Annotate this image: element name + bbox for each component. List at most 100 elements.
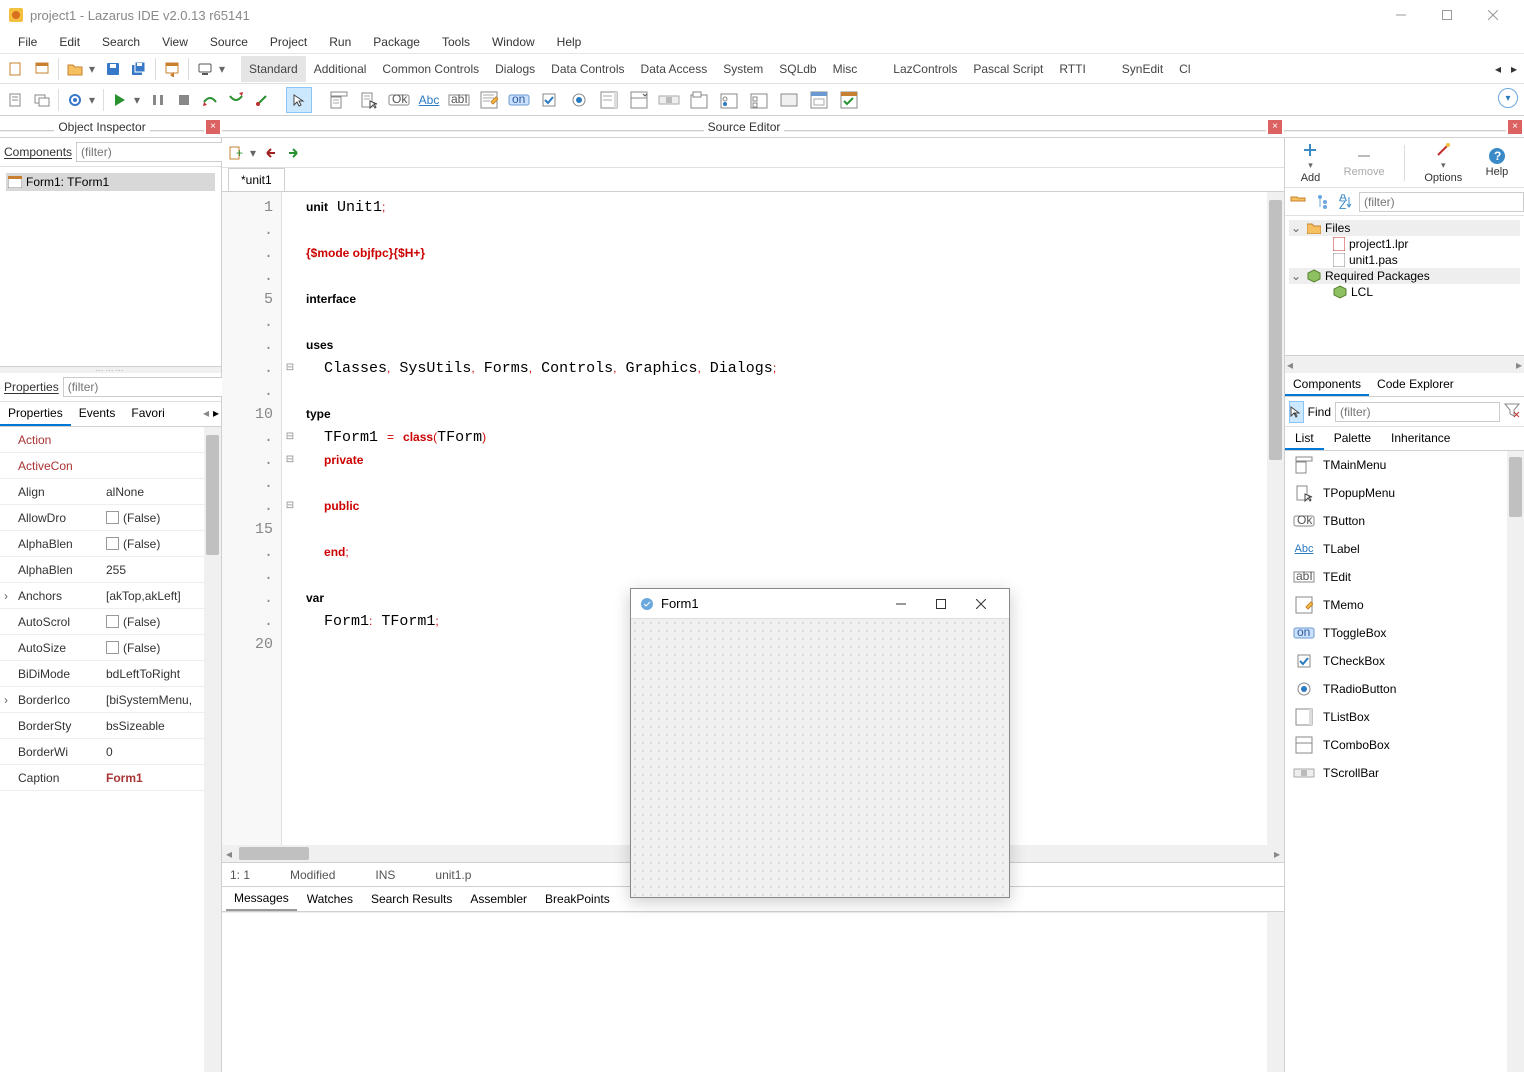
right-tab-code-explorer[interactable]: Code Explorer bbox=[1369, 373, 1462, 396]
form-close-button[interactable] bbox=[961, 590, 1001, 618]
save-button[interactable] bbox=[101, 57, 125, 81]
project-hscrollbar[interactable]: ◂▸ bbox=[1285, 356, 1524, 373]
msg-tab-breakpoints[interactable]: BreakPoints bbox=[537, 888, 618, 910]
palette-tab-data-access[interactable]: Data Access bbox=[633, 56, 716, 82]
chevron-down-icon[interactable]: ⌄ bbox=[1289, 221, 1303, 235]
editor-nav-forward-icon[interactable] bbox=[284, 143, 304, 163]
palette-tab-pascal-script[interactable]: Pascal Script bbox=[965, 56, 1051, 82]
property-row[interactable]: ›BorderIco[biSystemMenu, bbox=[0, 687, 221, 713]
component-find-clear-icon[interactable] bbox=[1504, 402, 1520, 422]
object-inspector-header[interactable]: Object Inspector bbox=[54, 118, 149, 136]
palette-tab-sqldb[interactable]: SQLdb bbox=[771, 56, 824, 82]
project-help-button[interactable]: ? Help bbox=[1482, 145, 1513, 180]
oi-tabs-left[interactable]: ◂ bbox=[201, 402, 211, 426]
component-find-input[interactable] bbox=[1335, 402, 1500, 422]
component-list-item[interactable]: TComboBox bbox=[1285, 731, 1524, 759]
editor-add-page-icon[interactable]: + bbox=[226, 143, 246, 163]
components-filter-input[interactable] bbox=[76, 142, 241, 162]
property-row[interactable]: AutoScrol (False) bbox=[0, 609, 221, 635]
step-into-button[interactable] bbox=[224, 88, 248, 112]
properties-filter-input[interactable] bbox=[63, 377, 228, 397]
palette-tab-misc[interactable]: Misc bbox=[825, 56, 866, 82]
msg-tab-messages[interactable]: Messages bbox=[226, 887, 297, 911]
palette-groupbox-icon[interactable] bbox=[686, 87, 712, 113]
maximize-button[interactable] bbox=[1424, 0, 1470, 30]
property-scrollbar[interactable] bbox=[204, 427, 221, 1072]
palette-radiogroup-icon[interactable] bbox=[716, 87, 742, 113]
component-list-item[interactable]: TMemo bbox=[1285, 591, 1524, 619]
palette-tab-synedit[interactable]: SynEdit bbox=[1114, 56, 1171, 82]
palette-scroll-left[interactable]: ◂ bbox=[1490, 55, 1506, 83]
menu-package[interactable]: Package bbox=[363, 32, 430, 52]
component-list-item[interactable]: OkTButton bbox=[1285, 507, 1524, 535]
build-modes-button[interactable] bbox=[63, 88, 87, 112]
palette-tab-cl[interactable]: Cl bbox=[1171, 56, 1198, 82]
close-button[interactable] bbox=[1470, 0, 1516, 30]
property-row[interactable]: Action bbox=[0, 427, 221, 453]
component-list[interactable]: TMainMenuTPopupMenuOkTButtonAbcTLabelabI… bbox=[1285, 451, 1524, 1072]
palette-radiobutton-icon[interactable] bbox=[566, 87, 592, 113]
component-list-item[interactable]: TScrollBar bbox=[1285, 759, 1524, 787]
editor-nav-back-icon[interactable] bbox=[260, 143, 280, 163]
open-button[interactable] bbox=[63, 57, 87, 81]
new-unit-button[interactable] bbox=[4, 57, 28, 81]
component-list-item[interactable]: TRadioButton bbox=[1285, 675, 1524, 703]
component-list-scrollbar[interactable] bbox=[1507, 451, 1524, 1072]
oi-tabs-right[interactable]: ▸ bbox=[211, 402, 221, 426]
palette-tab-data-controls[interactable]: Data Controls bbox=[543, 56, 632, 82]
component-list-item[interactable]: TCheckBox bbox=[1285, 647, 1524, 675]
menu-edit[interactable]: Edit bbox=[49, 32, 90, 52]
palette-memo-icon[interactable] bbox=[476, 87, 502, 113]
project-tree-file[interactable]: unit1.pas bbox=[1289, 252, 1520, 268]
property-row[interactable]: BiDiModebdLeftToRight bbox=[0, 661, 221, 687]
property-row[interactable]: AlignalNone bbox=[0, 479, 221, 505]
palette-tab-additional[interactable]: Additional bbox=[306, 56, 375, 82]
palette-panel-icon[interactable] bbox=[776, 87, 802, 113]
menu-view[interactable]: View bbox=[152, 32, 198, 52]
property-row[interactable]: ActiveCon bbox=[0, 453, 221, 479]
form-designer-canvas[interactable] bbox=[631, 619, 1009, 897]
palette-popupmenu-icon[interactable] bbox=[356, 87, 382, 113]
palette-tab-rtti[interactable]: RTTI bbox=[1051, 56, 1093, 82]
msg-tab-assembler[interactable]: Assembler bbox=[462, 888, 535, 910]
oi-tab-properties[interactable]: Properties bbox=[0, 402, 71, 426]
form-designer-window[interactable]: Form1 bbox=[630, 588, 1010, 898]
msg-tab-watches[interactable]: Watches bbox=[299, 888, 361, 910]
chevron-down-icon[interactable]: ⌄ bbox=[1289, 269, 1303, 283]
palette-edit-icon[interactable]: abI bbox=[446, 87, 472, 113]
component-list-item[interactable]: TPopupMenu bbox=[1285, 479, 1524, 507]
project-tree[interactable]: ⌄ Files project1.lpr unit1.pas ⌄ Require… bbox=[1285, 216, 1524, 356]
palette-scroll-right[interactable]: ▸ bbox=[1506, 55, 1522, 83]
pause-button[interactable] bbox=[146, 88, 170, 112]
new-form-button[interactable] bbox=[30, 57, 54, 81]
view-units-button[interactable] bbox=[4, 88, 28, 112]
minimize-button[interactable] bbox=[1378, 0, 1424, 30]
palette-tab-lazcontrols[interactable]: LazControls bbox=[885, 56, 965, 82]
palette-scrollbar-icon[interactable] bbox=[656, 87, 682, 113]
palette-pointer-icon[interactable] bbox=[286, 87, 312, 113]
source-editor-close[interactable]: × bbox=[1268, 120, 1282, 134]
palette-options-icon[interactable]: ▾ bbox=[1498, 88, 1518, 108]
project-add-button[interactable]: ▾ Add bbox=[1297, 139, 1325, 186]
menu-window[interactable]: Window bbox=[482, 32, 545, 52]
run-button[interactable] bbox=[108, 88, 132, 112]
palette-combobox-icon[interactable] bbox=[626, 87, 652, 113]
menu-project[interactable]: Project bbox=[260, 32, 317, 52]
project-sort-alpha-icon[interactable]: AZ bbox=[1337, 190, 1355, 214]
project-tree-file[interactable]: project1.lpr bbox=[1289, 236, 1520, 252]
tree-item-form1[interactable]: Form1: TForm1 bbox=[6, 173, 215, 191]
component-list-item[interactable]: abITEdit bbox=[1285, 563, 1524, 591]
msg-tab-search-results[interactable]: Search Results bbox=[363, 888, 460, 910]
save-all-button[interactable] bbox=[127, 57, 151, 81]
toggle-form-unit-button[interactable] bbox=[160, 57, 184, 81]
palette-mainmenu-icon[interactable] bbox=[326, 87, 352, 113]
source-editor-header[interactable]: Source Editor bbox=[704, 118, 785, 136]
palette-label-icon[interactable]: Abc bbox=[416, 87, 442, 113]
component-list-pointer-icon[interactable] bbox=[1289, 401, 1304, 423]
step-over-button[interactable] bbox=[198, 88, 222, 112]
component-list-tab-inheritance[interactable]: Inheritance bbox=[1381, 427, 1460, 450]
palette-button-icon[interactable]: Ok bbox=[386, 87, 412, 113]
project-dir-hierarchy-icon[interactable] bbox=[1289, 190, 1307, 214]
right-tab-components[interactable]: Components bbox=[1285, 373, 1369, 396]
form-designer-titlebar[interactable]: Form1 bbox=[631, 589, 1009, 619]
